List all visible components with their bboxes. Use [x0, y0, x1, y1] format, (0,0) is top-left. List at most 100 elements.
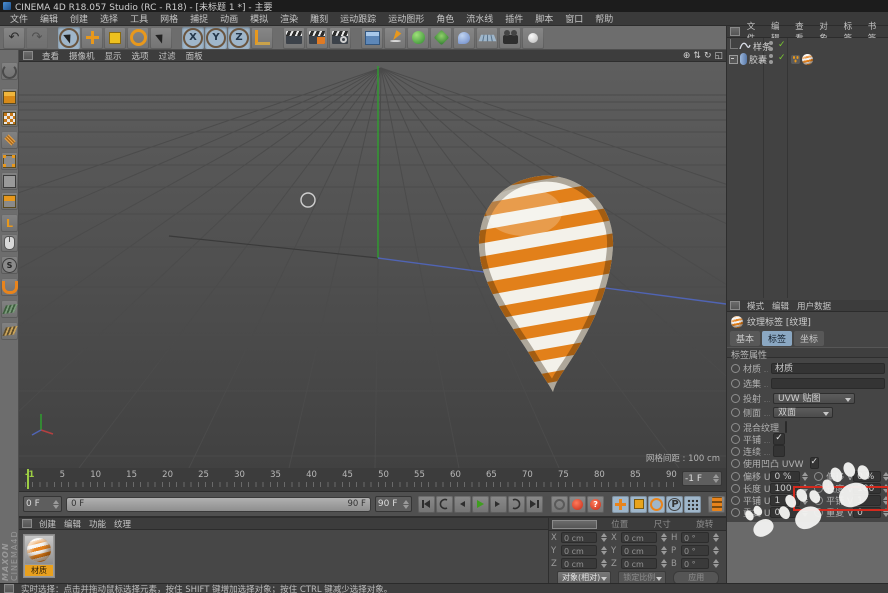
- generators-button[interactable]: [407, 27, 429, 49]
- key-scale-button[interactable]: [630, 496, 647, 513]
- viewport-menu-0[interactable]: 查看: [37, 50, 64, 62]
- object-row-capsule[interactable]: 胶囊 ✓: [727, 53, 888, 65]
- expander-icon[interactable]: [729, 55, 738, 64]
- phong-tag-icon[interactable]: [791, 55, 800, 64]
- am-menu-2[interactable]: 用户数据: [793, 300, 835, 312]
- anim-dot-icon[interactable]: [731, 364, 740, 373]
- next-key-button[interactable]: [508, 496, 525, 513]
- tab-tag[interactable]: 标签: [762, 331, 792, 346]
- panel-grip-icon[interactable]: [730, 301, 740, 310]
- stepper[interactable]: [712, 473, 719, 484]
- anim-dot-icon[interactable]: [731, 379, 740, 388]
- magnet-snap-button[interactable]: [1, 278, 18, 296]
- viewport-menu-2[interactable]: 显示: [100, 50, 127, 62]
- main-menu-10[interactable]: 雕刻: [304, 12, 334, 25]
- panel-grip-icon[interactable]: [730, 27, 740, 36]
- pos-x-field[interactable]: 0 cm: [561, 532, 597, 543]
- last-tool-button[interactable]: [150, 27, 172, 49]
- key-pla-button[interactable]: [684, 496, 701, 513]
- record-disabled-button[interactable]: [551, 496, 568, 513]
- key-rotation-button[interactable]: [648, 496, 665, 513]
- coordinate-system-button[interactable]: [251, 27, 273, 49]
- texture-mode-button[interactable]: [1, 109, 18, 127]
- offset-u-field[interactable]: 0 %: [770, 471, 800, 482]
- viewport-perspective[interactable]: 查看摄像机显示选项过滤面板 ⊕ ⇅ ↻ ◱ 透视视图: [19, 50, 726, 468]
- stepper[interactable]: [660, 545, 667, 556]
- tab-coordinates[interactable]: 坐标: [794, 331, 824, 346]
- stepper[interactable]: [52, 499, 59, 510]
- stepper[interactable]: [712, 545, 719, 556]
- object-name[interactable]: 胶囊: [749, 53, 767, 66]
- tile-checkbox[interactable]: ✓: [773, 433, 785, 445]
- previous-key-button[interactable]: [436, 496, 453, 513]
- enabled-check-icon[interactable]: ✓: [778, 53, 786, 63]
- points-mode-button[interactable]: [1, 152, 18, 170]
- viewport-menu-5[interactable]: 面板: [181, 50, 208, 62]
- render-view-button[interactable]: [283, 27, 305, 49]
- am-menu-0[interactable]: 模式: [743, 300, 768, 312]
- main-menu-2[interactable]: 创建: [64, 12, 94, 25]
- rot-p-field[interactable]: 0 °: [681, 545, 709, 556]
- main-menu-3[interactable]: 选择: [94, 12, 124, 25]
- polygons-mode-button[interactable]: [1, 192, 18, 210]
- pos-z-field[interactable]: 0 cm: [561, 558, 597, 569]
- toggle-view-icon[interactable]: ◱: [714, 51, 723, 61]
- anim-dot-icon[interactable]: [731, 484, 740, 493]
- stepper[interactable]: [600, 532, 607, 543]
- main-menu-15[interactable]: 插件: [499, 12, 529, 25]
- anim-dot-icon[interactable]: [731, 472, 740, 481]
- play-button[interactable]: [472, 496, 489, 513]
- timeline-ruler[interactable]: -151015202530354045505560657075808590 -1…: [19, 468, 726, 492]
- spline-pen-button[interactable]: [384, 27, 406, 49]
- main-menu-18[interactable]: 帮助: [589, 12, 619, 25]
- make-editable-button[interactable]: [1, 62, 18, 80]
- rotate-tool-button[interactable]: [127, 27, 149, 49]
- goto-start-button[interactable]: [418, 496, 435, 513]
- record-keyframe-button[interactable]: [569, 496, 586, 513]
- visibility-dots[interactable]: [769, 54, 774, 65]
- enabled-check-icon[interactable]: ✓: [778, 40, 786, 50]
- object-row-spline[interactable]: 样条 ✓: [727, 40, 888, 52]
- main-menu-12[interactable]: 运动图形: [382, 12, 430, 25]
- seamless-checkbox[interactable]: [773, 445, 785, 457]
- stepper[interactable]: [600, 545, 607, 556]
- texture-tag-icon[interactable]: [802, 54, 813, 65]
- snap-button[interactable]: S: [1, 256, 18, 274]
- current-frame-spinner[interactable]: 0 F: [23, 496, 62, 512]
- side-dropdown[interactable]: 双面: [773, 407, 833, 418]
- viewport-menu-3[interactable]: 选项: [127, 50, 154, 62]
- lock-y-axis-button[interactable]: Y: [205, 27, 227, 49]
- tab-basic[interactable]: 基本: [730, 331, 760, 346]
- panel-grip-icon[interactable]: [552, 520, 597, 529]
- live-selection-button[interactable]: [58, 27, 80, 49]
- key-parameter-button[interactable]: P: [666, 496, 683, 513]
- stepper[interactable]: [882, 471, 888, 482]
- keyframe-selection-button[interactable]: [708, 496, 725, 513]
- anim-dot-icon[interactable]: [731, 394, 740, 403]
- main-menu-16[interactable]: 脚本: [529, 12, 559, 25]
- camera-button[interactable]: [499, 27, 521, 49]
- material-name-label[interactable]: 材质: [25, 565, 53, 576]
- mm-menu-1[interactable]: 编辑: [60, 518, 85, 530]
- main-menu-7[interactable]: 动画: [214, 12, 244, 25]
- projection-dropdown[interactable]: UVW 贴图: [773, 393, 855, 404]
- preview-range-slider[interactable]: 0 F 90 F: [66, 497, 371, 512]
- main-menu-4[interactable]: 工具: [124, 12, 154, 25]
- anim-dot-icon[interactable]: [731, 447, 740, 456]
- move-tool-button[interactable]: [81, 27, 103, 49]
- stepper[interactable]: [660, 558, 667, 569]
- main-menu-11[interactable]: 运动跟踪: [334, 12, 382, 25]
- anim-dot-icon[interactable]: [731, 408, 740, 417]
- stepper[interactable]: [660, 532, 667, 543]
- lock-z-axis-button[interactable]: Z: [228, 27, 250, 49]
- anim-dot-icon[interactable]: [731, 435, 740, 444]
- stepper[interactable]: [712, 558, 719, 569]
- goto-end-button[interactable]: [526, 496, 543, 513]
- dolly-view-icon[interactable]: ⇅: [693, 51, 701, 61]
- environment-button[interactable]: [476, 27, 498, 49]
- main-menu-5[interactable]: 网格: [154, 12, 184, 25]
- mix-textures-checkbox[interactable]: [785, 421, 787, 433]
- main-menu-6[interactable]: 捕捉: [184, 12, 214, 25]
- light-button[interactable]: [522, 27, 544, 49]
- mm-menu-0[interactable]: 创建: [35, 518, 60, 530]
